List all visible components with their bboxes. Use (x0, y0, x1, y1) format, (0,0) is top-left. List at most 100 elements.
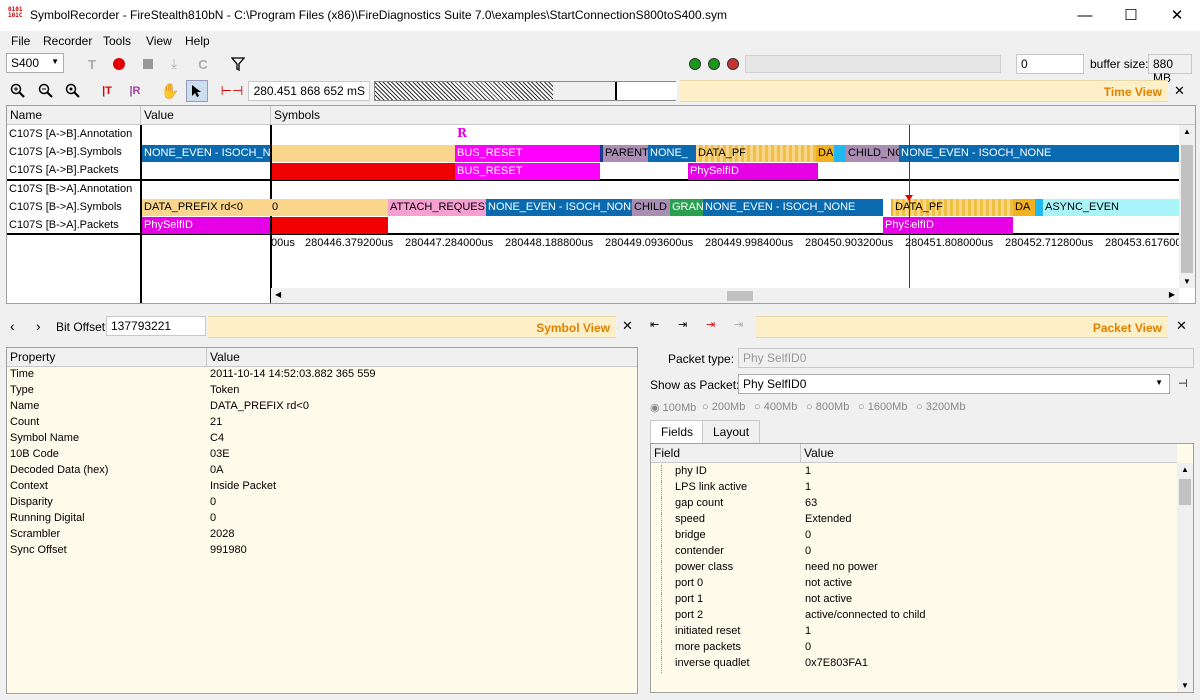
menu-help[interactable]: Help (185, 34, 210, 48)
property-value: Inside Packet (210, 480, 277, 492)
menu-file[interactable]: File (11, 34, 30, 48)
hand-icon[interactable]: ✋ (160, 81, 180, 101)
record-button[interactable] (109, 54, 129, 74)
tab-fields[interactable]: Fields (650, 420, 705, 444)
radio-3200mb[interactable]: ○ 3200Mb (916, 401, 965, 413)
field-name: speed (675, 513, 705, 525)
goto-trigger-icon[interactable]: |T (97, 81, 117, 101)
clear-icon[interactable]: C (193, 54, 213, 74)
symbol-segment[interactable]: ASYNC_EVEN (1043, 199, 1179, 216)
symbol-segment[interactable]: CHILD_NC (846, 145, 899, 162)
packet-segment[interactable]: PhySelfID (688, 163, 818, 180)
radio-1600mb[interactable]: ○ 1600Mb (858, 401, 907, 413)
column-header-field[interactable]: Field (651, 444, 801, 463)
symbol-view-close-icon[interactable]: ✕ (622, 318, 633, 334)
packet-view-close-icon[interactable]: ✕ (1176, 318, 1187, 334)
property-name: Type (10, 384, 34, 396)
column-header-value[interactable]: Value (207, 348, 637, 367)
field-name: port 0 (675, 577, 704, 589)
symbol-segment[interactable] (834, 145, 846, 162)
close-window-button[interactable]: ✕ (1154, 0, 1200, 30)
menu-tools[interactable]: Tools (103, 34, 131, 48)
symbol-segment[interactable]: NONE_EVEN - ISOCH_NONE (703, 199, 883, 216)
column-header-symbols[interactable]: Symbols (271, 106, 1195, 125)
filter-button[interactable] (228, 54, 248, 74)
timeview-close-icon[interactable]: ✕ (1174, 83, 1185, 99)
vertical-scrollbar[interactable]: ▲ ▼ (1179, 125, 1195, 288)
symbol-segment[interactable] (272, 145, 455, 162)
zoom-out-icon[interactable] (36, 81, 56, 101)
error-packet-icon[interactable]: ⇥ (706, 318, 715, 331)
menu-recorder[interactable]: Recorder (43, 34, 92, 48)
symbol-segment[interactable]: PARENT_ (600, 145, 648, 162)
status-led-2 (708, 58, 720, 70)
vertical-scrollbar[interactable]: ▲ ▼ (1177, 463, 1193, 692)
symbol-segment[interactable]: NONE_ (648, 145, 696, 162)
row-name[interactable]: C107S [A->B].Packets (7, 162, 140, 180)
stop-button[interactable] (138, 54, 158, 74)
speed-select[interactable]: S400 ▼ (6, 53, 64, 73)
row-name[interactable]: C107S [A->B].Annotation (7, 126, 140, 144)
reset-annotation-marker[interactable]: R (457, 126, 467, 140)
packet-segment[interactable] (272, 163, 455, 180)
packet-segment[interactable] (272, 217, 388, 234)
row-name[interactable]: C107S [B->A].Annotation (7, 181, 140, 199)
prev-arrow-icon[interactable]: ‹ (10, 318, 15, 334)
last-packet-icon[interactable]: ⇥ (734, 318, 743, 331)
bit-offset-input[interactable]: 137793221 (106, 316, 206, 336)
property-value: 21 (210, 416, 223, 428)
radio-800mb[interactable]: ○ 800Mb (806, 401, 849, 413)
status-led-1 (689, 58, 701, 70)
symbol-segment[interactable]: CHILD (632, 199, 670, 216)
first-packet-icon[interactable]: ⇤ (650, 318, 659, 331)
download-icon[interactable]: ⤓ (164, 54, 184, 74)
counter-field: 0 (1016, 54, 1084, 74)
column-header-value[interactable]: Value (801, 444, 1177, 463)
column-header-value[interactable]: Value (141, 106, 271, 125)
packet-segment[interactable]: BUS_RESET (455, 163, 600, 180)
symbol-segment[interactable]: NONE_EVEN - ISOCH_NONE (899, 145, 1179, 162)
symbol-segment[interactable]: ATTACH_REQUEST_ (388, 199, 486, 216)
overview-strip[interactable] (374, 81, 677, 101)
horizontal-scrollbar[interactable]: ◀ ▶ (271, 288, 1179, 303)
field-name: LPS link active (675, 481, 748, 493)
pin-icon[interactable]: ⊣ (1178, 377, 1188, 390)
symbol-segment[interactable]: DA (816, 145, 834, 162)
row-name[interactable]: C107S [B->A].Symbols (7, 199, 140, 217)
property-name: Symbol Name (10, 432, 80, 444)
radio-200mb[interactable]: ○ 200Mb (702, 401, 745, 413)
row-name[interactable]: C107S [A->B].Symbols (7, 144, 140, 162)
symbol-segment[interactable] (1035, 199, 1043, 216)
symbol-segment[interactable]: 0 (270, 199, 388, 216)
pointer-icon[interactable] (186, 80, 208, 102)
time-cursor[interactable] (909, 125, 910, 290)
symbol-segment[interactable]: GRAN (670, 199, 703, 216)
symbol-view-toolbar: ‹ › Bit Offset 137793221 Symbol View ✕ (6, 316, 638, 338)
minimize-button[interactable]: — (1062, 0, 1108, 30)
goto-reset-icon[interactable]: |R (125, 81, 145, 101)
symbol-segment[interactable] (883, 199, 893, 216)
symbol-segment[interactable]: DATA_PF (696, 145, 816, 162)
symbol-segment[interactable]: DATA_PF (893, 199, 1013, 216)
symbol-segment[interactable]: NONE_EVEN - ISOCH_NONE (486, 199, 632, 216)
maximize-button[interactable]: ☐ (1108, 0, 1154, 30)
field-value: 0 (805, 529, 812, 541)
column-header-property[interactable]: Property (7, 348, 207, 367)
packet-segment[interactable]: PhySelfID (883, 217, 1013, 234)
symbol-segment[interactable]: DA (1013, 199, 1035, 216)
property-value: 0 (210, 512, 217, 524)
next-arrow-icon[interactable]: › (36, 318, 41, 334)
show-as-select[interactable]: Phy SelfID0 ▼ (738, 374, 1170, 394)
column-header-name[interactable]: Name (7, 106, 141, 125)
row-name[interactable]: C107S [B->A].Packets (7, 217, 140, 235)
tab-layout[interactable]: Layout (702, 420, 761, 444)
zoom-in-icon[interactable] (8, 81, 28, 101)
measure-icon[interactable]: ⊢⊣ (221, 81, 244, 101)
trigger-icon[interactable]: T (82, 54, 102, 74)
radio-400mb[interactable]: ○ 400Mb (754, 401, 797, 413)
radio-100mb[interactable]: ◉ 100Mb (650, 401, 696, 414)
next-packet-icon[interactable]: ⇥ (678, 318, 687, 331)
menu-view[interactable]: View (146, 34, 172, 48)
zoom-fit-icon[interactable] (63, 81, 83, 101)
symbol-segment[interactable]: BUS_RESET (455, 145, 600, 162)
